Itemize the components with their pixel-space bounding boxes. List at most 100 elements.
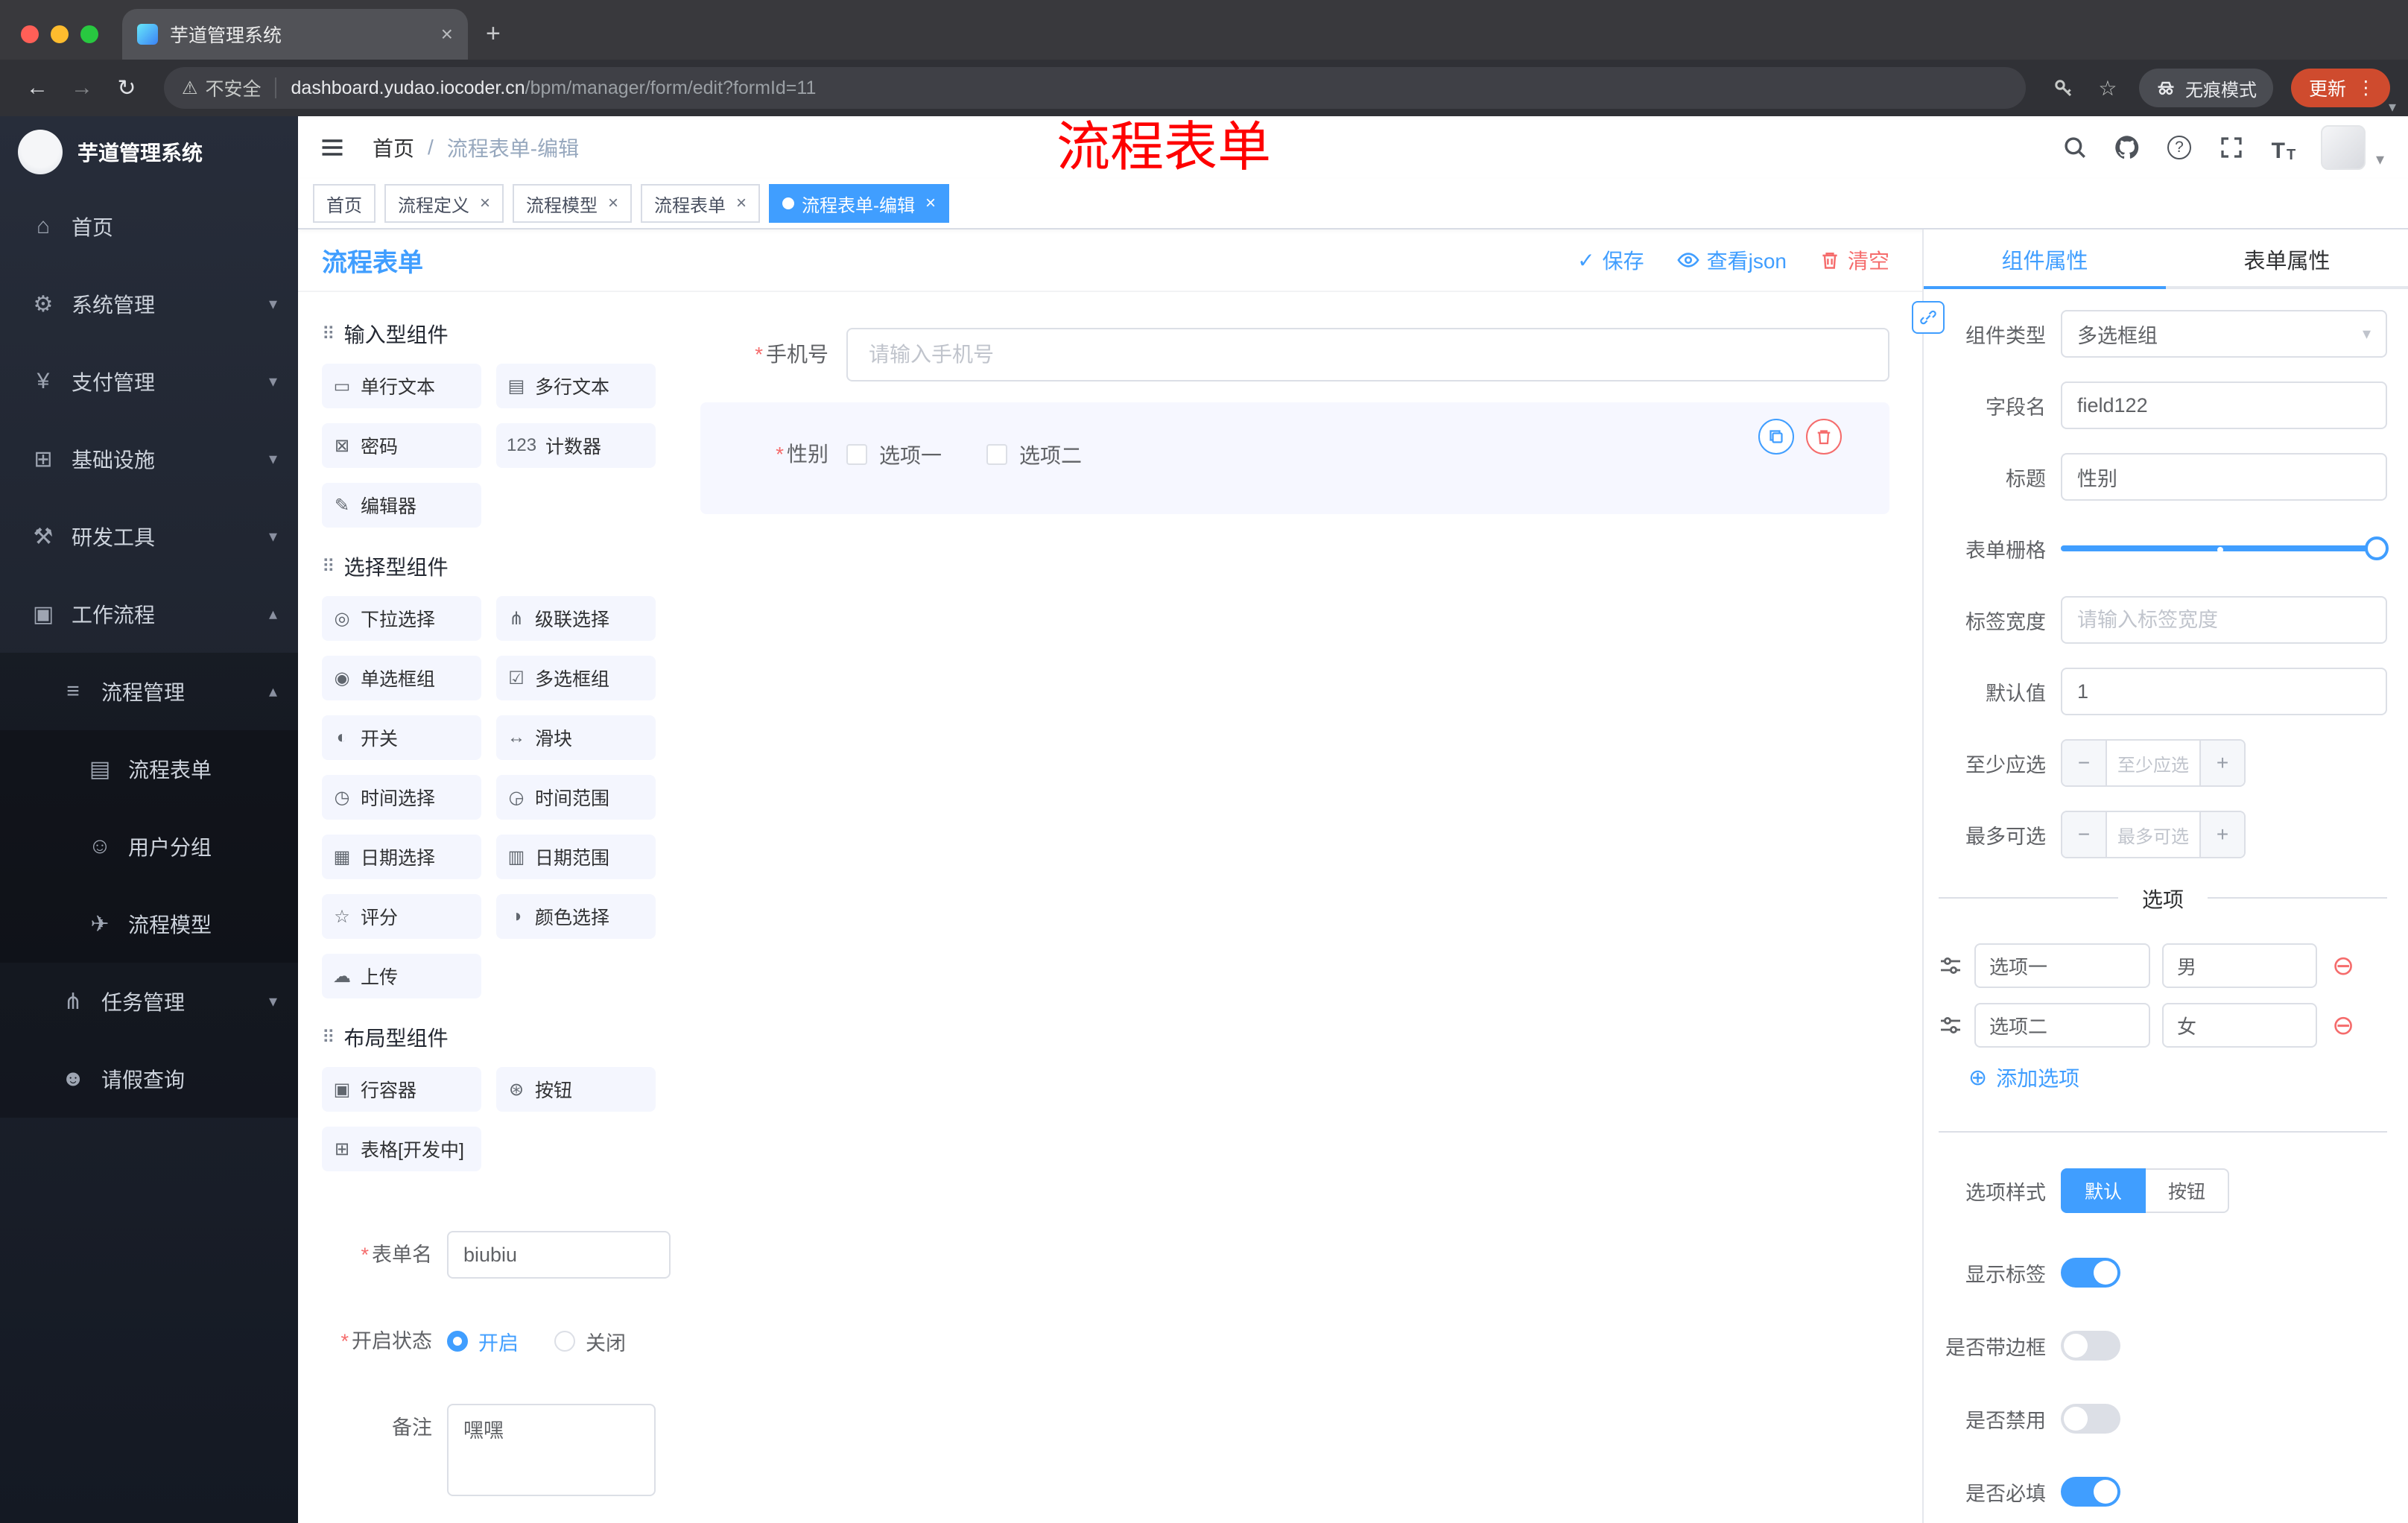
max-select-value[interactable]: 最多可选 — [2107, 812, 2199, 857]
option-drag-handle-icon[interactable] — [1939, 954, 1962, 978]
breadcrumb-home[interactable]: 首页 — [373, 133, 414, 162]
back-button[interactable]: ← — [18, 75, 57, 101]
component-editor[interactable]: ✎ 编辑器 — [322, 483, 481, 528]
new-tab-button[interactable]: + — [486, 21, 501, 46]
component-date-picker[interactable]: ▦ 日期选择 — [322, 835, 481, 879]
tab-close-icon[interactable]: × — [441, 22, 453, 46]
checkbox-option-1[interactable]: 选项一 — [846, 440, 942, 469]
copy-field-button[interactable] — [1758, 419, 1794, 455]
tag-process-form-edit[interactable]: 流程表单-编辑 × — [769, 184, 950, 223]
component-row-container[interactable]: ▣ 行容器 — [322, 1067, 481, 1112]
sidebar-item-home[interactable]: ⌂ 首页 — [0, 188, 298, 265]
sidebar-item-infra[interactable]: ⊞ 基础设施 ▾ — [0, 420, 298, 498]
user-avatar[interactable] — [2320, 125, 2366, 170]
status-radio-off[interactable]: 关闭 — [554, 1327, 626, 1356]
component-checkbox-group[interactable]: ☑ 多选框组 — [496, 656, 656, 700]
style-default-button[interactable]: 默认 — [2061, 1168, 2146, 1213]
tag-home[interactable]: 首页 — [313, 184, 376, 223]
view-json-button[interactable]: 查看json — [1676, 245, 1787, 275]
show-label-toggle[interactable] — [2061, 1258, 2120, 1288]
component-date-range[interactable]: ▥ 日期范围 — [496, 835, 656, 879]
remove-option-icon[interactable]: ⊖ — [2332, 1012, 2354, 1039]
component-time-range[interactable]: ◶ 时间范围 — [496, 775, 656, 820]
bookmark-star-icon[interactable]: ☆ — [2088, 76, 2127, 101]
tag-process-model[interactable]: 流程模型 × — [513, 184, 633, 223]
slider-handle[interactable] — [2365, 536, 2389, 560]
window-close-button[interactable] — [21, 25, 39, 43]
component-color-picker[interactable]: ◑ 颜色选择 — [496, 894, 656, 939]
security-warning-icon[interactable]: ⚠ — [182, 77, 198, 99]
toolbar-chevron-icon[interactable]: ▾ — [2389, 98, 2396, 116]
clear-button[interactable]: 清空 — [1819, 245, 1889, 275]
save-button[interactable]: ✓ 保存 — [1577, 245, 1644, 275]
option-drag-handle-icon[interactable] — [1939, 1013, 1962, 1037]
field-phone-input[interactable] — [846, 328, 1889, 381]
sidebar-item-system[interactable]: ⚙ 系统管理 ▾ — [0, 265, 298, 343]
field-gender-selected[interactable]: * 性别 选项一 选项二 — [700, 402, 1889, 514]
component-cascader[interactable]: ⋔ 级联选择 — [496, 596, 656, 641]
tab-form-props[interactable]: 表单属性 — [2166, 229, 2408, 289]
style-button-button[interactable]: 按钮 — [2146, 1168, 2230, 1213]
decrease-button[interactable]: − — [2062, 741, 2107, 785]
min-select-value[interactable]: 至少应选 — [2107, 741, 2199, 785]
slider-track[interactable] — [2061, 545, 2387, 551]
sidebar-item-devtools[interactable]: ⚒ 研发工具 ▾ — [0, 498, 298, 575]
component-button[interactable]: ⊛ 按钮 — [496, 1067, 656, 1112]
tag-close-icon[interactable]: × — [925, 193, 936, 214]
form-remark-textarea[interactable]: 嘿嘿 — [447, 1404, 656, 1496]
form-name-input[interactable] — [447, 1231, 671, 1279]
browser-tab[interactable]: 芋道管理系统 × — [122, 9, 468, 60]
sidebar-item-process-model[interactable]: ✈ 流程模型 — [0, 885, 298, 963]
help-icon[interactable]: ? — [2164, 133, 2194, 162]
component-radio-group[interactable]: ◉ 单选框组 — [322, 656, 481, 700]
field-name-input[interactable] — [2061, 381, 2387, 429]
tag-close-icon[interactable]: × — [736, 193, 747, 214]
tag-close-icon[interactable]: × — [480, 193, 490, 214]
remove-option-icon[interactable]: ⊖ — [2332, 952, 2354, 979]
delete-field-button[interactable] — [1806, 419, 1842, 455]
field-phone[interactable]: * 手机号 — [700, 328, 1889, 381]
disabled-toggle[interactable] — [2061, 1404, 2120, 1434]
increase-button[interactable]: + — [2199, 741, 2244, 785]
form-canvas[interactable]: *手机号 *性别 选项一 选项二 — [674, 292, 1922, 1523]
password-key-icon[interactable] — [2044, 76, 2082, 100]
update-button[interactable]: 更新 ⋮ — [2290, 69, 2390, 107]
checkbox-box[interactable] — [846, 444, 867, 465]
sidebar-item-leave-query[interactable]: ☻ 请假查询 — [0, 1040, 298, 1118]
component-time-picker[interactable]: ◷ 时间选择 — [322, 775, 481, 820]
address-bar[interactable]: ⚠ 不安全 dashboard.yudao.iocoder.cn/bpm/man… — [164, 67, 2026, 109]
sidebar-item-process-management[interactable]: ≡ 流程管理 ▴ — [0, 653, 298, 730]
sidebar-item-user-group[interactable]: ☺ 用户分组 — [0, 808, 298, 885]
tab-component-props[interactable]: 组件属性 — [1924, 229, 2166, 289]
checkbox-option-2[interactable]: 选项二 — [986, 440, 1082, 469]
component-rate[interactable]: ☆ 评分 — [322, 894, 481, 939]
title-input[interactable] — [2061, 453, 2387, 501]
decrease-button[interactable]: − — [2062, 812, 2107, 857]
avatar-dropdown-caret-icon[interactable]: ▾ — [2376, 150, 2384, 169]
font-size-icon[interactable]: TT — [2269, 133, 2298, 163]
forward-button[interactable]: → — [63, 75, 101, 101]
component-single-line-text[interactable]: ▭ 单行文本 — [322, 364, 481, 408]
grid-slider[interactable] — [2061, 525, 2389, 572]
component-upload[interactable]: ☁ 上传 — [322, 954, 481, 998]
fullscreen-icon[interactable] — [2217, 133, 2246, 162]
tag-process-definition[interactable]: 流程定义 × — [384, 184, 504, 223]
increase-button[interactable]: + — [2199, 812, 2244, 857]
component-textarea[interactable]: ▤ 多行文本 — [496, 364, 656, 408]
default-value-input[interactable] — [2061, 668, 2387, 715]
component-table[interactable]: ⊞ 表格[开发中] — [322, 1127, 481, 1171]
tag-process-form[interactable]: 流程表单 × — [641, 184, 761, 223]
border-toggle[interactable] — [2061, 1331, 2120, 1361]
component-select[interactable]: ◎ 下拉选择 — [322, 596, 481, 641]
sidebar-item-workflow[interactable]: ▣ 工作流程 ▴ — [0, 575, 298, 653]
sidebar-item-task-management[interactable]: ⋔ 任务管理 ▾ — [0, 963, 298, 1040]
tag-close-icon[interactable]: × — [608, 193, 618, 214]
sidebar-toggle-button[interactable] — [319, 134, 346, 161]
option-value-input[interactable] — [2162, 1003, 2317, 1048]
window-zoom-button[interactable] — [80, 25, 98, 43]
github-icon[interactable] — [2112, 133, 2142, 162]
window-minimize-button[interactable] — [51, 25, 69, 43]
checkbox-box[interactable] — [986, 444, 1008, 465]
component-switch[interactable]: ◐ 开关 — [322, 715, 481, 760]
option-label-input[interactable] — [1974, 1003, 2150, 1048]
